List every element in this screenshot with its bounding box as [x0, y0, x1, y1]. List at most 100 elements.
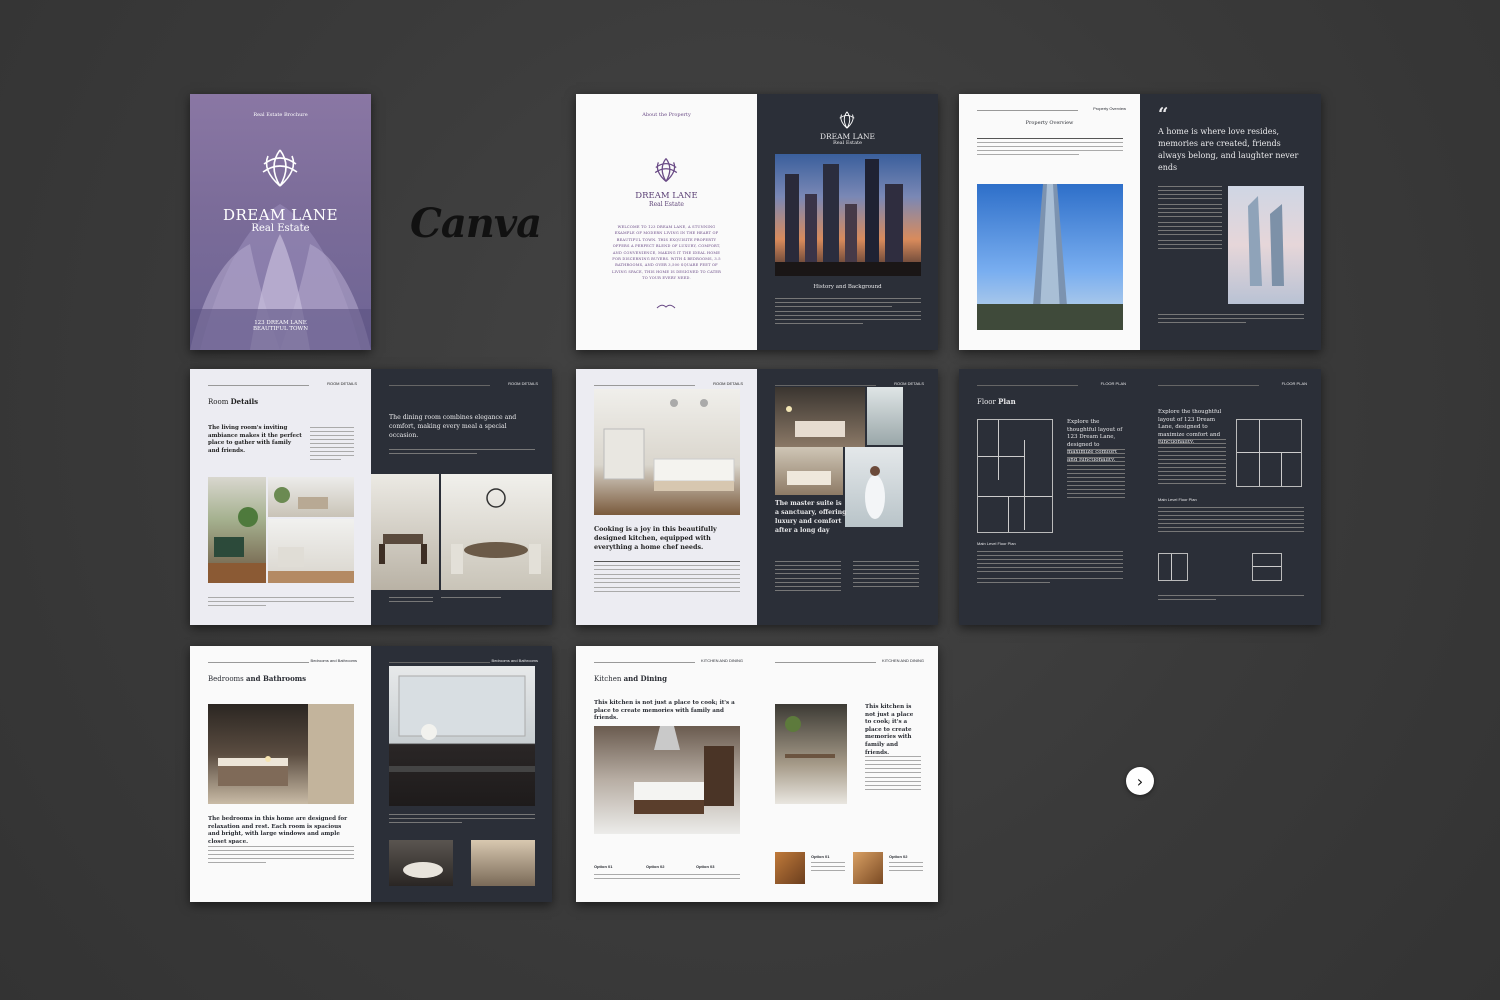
bedrooms-title: Bedrooms and Bathrooms	[208, 674, 307, 683]
chevron-right-icon: ›	[1136, 771, 1144, 791]
dining-room-photo-2	[441, 474, 552, 590]
kitchen-lead: This kitchen is not just a place to cook…	[594, 700, 735, 722]
kitchen-options-text	[594, 874, 740, 882]
overview-header: Property Overview	[1093, 106, 1126, 111]
overview-quote-body-text	[1158, 186, 1222, 252]
bathroom-sink-photo	[471, 840, 535, 886]
overview-quote: A home is where love resides, memories a…	[1158, 127, 1299, 172]
window-view-photo	[867, 387, 903, 445]
kitchen-room-lead: Cooking is a joy in this beautifully des…	[594, 525, 717, 551]
overview-heading: Property Overview	[1025, 120, 1074, 126]
small-floor-plan-1	[1158, 553, 1188, 581]
bathroom-vanity-photo	[389, 666, 535, 806]
cover-title: DREAM LANE	[222, 206, 339, 224]
city-skyline-photo	[775, 154, 921, 276]
overview-spread[interactable]: Property Overview Property Overview “ A …	[959, 94, 1321, 350]
kitchen-option-1-label: Option 01	[594, 864, 613, 869]
floorplan-header-left: FLOOR PLAN	[1100, 381, 1126, 386]
cover-subtitle: Real Estate	[251, 223, 310, 234]
rooms-side-text	[310, 427, 354, 463]
suite-text-col2	[853, 561, 919, 590]
bedroom-warm-photo	[775, 447, 843, 495]
dining-body-text	[389, 449, 535, 457]
floorplan-right-list-text	[1158, 507, 1304, 535]
kitchen-option-2-label: Option 02	[646, 864, 665, 869]
cover-page[interactable]: Real Estate Brochure DREAM LANE Real Est…	[190, 94, 371, 350]
kitchen-shelf-photo	[775, 704, 847, 804]
white-kitchen-photo	[594, 389, 740, 515]
kitchen-room-body-text	[594, 561, 740, 595]
kitchen-suite-spread[interactable]: ROOM DETAILS Cooking is a joy in this be…	[576, 369, 938, 625]
skyscraper-photo	[977, 184, 1123, 330]
option-2-food-photo	[853, 852, 883, 884]
bedroom-dark-photo	[775, 387, 865, 447]
woman-window-photo	[845, 447, 903, 527]
suite-header: ROOM DETAILS	[894, 381, 924, 386]
rooms-body-text	[208, 597, 354, 609]
twin-towers-fog-photo	[1228, 186, 1304, 304]
floorplan-right-desc-text	[1158, 439, 1226, 487]
floor-plan-spread[interactable]: FLOOR PLAN Floor Plan Explore the though…	[959, 369, 1321, 625]
about-logo-title: DREAM LANE	[635, 191, 698, 201]
about-history-spread[interactable]: About the Property DREAM LANE Real Estat…	[576, 94, 938, 350]
small-floor-plan-2	[1252, 553, 1282, 581]
kitchen-header: KITCHEN AND DINING	[700, 658, 743, 663]
about-heading: About the Property	[642, 112, 691, 118]
option-1-text	[811, 862, 845, 874]
kitchen-dining-spread[interactable]: KITCHEN AND DINING Kitchen and Dining Th…	[576, 646, 938, 902]
dining-caption-1	[389, 597, 433, 605]
quote-mark-icon: “	[1158, 104, 1169, 125]
next-page-button[interactable]: ›	[1126, 767, 1154, 795]
living-room-photo	[208, 477, 266, 583]
cover-kicker: Real Estate Brochure	[253, 112, 308, 118]
upper-floor-plan-drawing	[1236, 419, 1302, 487]
history-body-text	[775, 298, 921, 327]
book-icon	[656, 304, 676, 309]
kitchen-option-3-label: Option 03	[696, 864, 715, 869]
option-1-food-photo	[775, 852, 805, 884]
rooms-lead: The living room's inviting ambiance make…	[208, 425, 302, 454]
kitchen-short-text	[865, 756, 921, 793]
option-2-text	[889, 862, 923, 874]
overview-footer-text	[1158, 314, 1304, 326]
about-logo-icon	[654, 158, 678, 182]
option-1-label: Option 01	[811, 854, 830, 859]
canva-logo: Canva	[410, 200, 542, 247]
bedrooms-spread[interactable]: Bedrooms and Bathrooms Bedrooms and Bath…	[190, 646, 552, 902]
main-level-label: Main Level Floor Plan	[977, 541, 1016, 546]
suite-lead: The master suite is a sanctuary, offerin…	[775, 500, 847, 534]
dining-room-photo-1	[371, 474, 439, 590]
bathrooms-body-text	[389, 814, 535, 826]
floorplan-title: Floor Plan	[977, 397, 1016, 406]
option-2-label: Option 02	[889, 854, 908, 859]
dark-bedroom-photo	[208, 704, 354, 804]
modern-kitchen-photo	[594, 726, 740, 834]
dining-caption-2	[441, 597, 501, 601]
kitchen-short-lead: This kitchen is not just a place to cook…	[865, 704, 914, 756]
overview-body-text	[977, 138, 1123, 158]
cover-logo-icon	[262, 149, 298, 187]
history-caption: History and Background	[813, 284, 882, 290]
about-logo-subtitle: Real Estate	[649, 201, 684, 208]
bathtub-photo	[389, 840, 453, 886]
history-logo-icon	[839, 111, 855, 129]
floorplan-desc-text	[1067, 449, 1125, 501]
bathrooms-header: Bedrooms and Bathrooms	[491, 658, 538, 663]
suite-text-col1	[775, 561, 841, 594]
main-floor-plan-drawing	[977, 419, 1053, 533]
bedrooms-header: Bedrooms and Bathrooms	[310, 658, 357, 663]
kitchen-room-header: ROOM DETAILS	[713, 381, 743, 386]
kitchen-title: Kitchen and Dining	[594, 674, 668, 683]
bedrooms-body-text	[208, 846, 354, 866]
room-details-spread[interactable]: ROOM DETAILS Room Details The living roo…	[190, 369, 552, 625]
dining-page-header: KITCHEN AND DINING	[881, 658, 924, 663]
floorplan-footer-text	[1158, 595, 1304, 603]
dining-header: ROOM DETAILS	[508, 381, 538, 386]
cover-address-line2: BEAUTIFUL TOWN	[253, 326, 308, 332]
main-level-label-right: Main Level Floor Plan	[1158, 497, 1197, 502]
rooms-header: ROOM DETAILS	[327, 381, 357, 386]
floorplan-header-right: FLOOR PLAN	[1281, 381, 1307, 386]
history-logo-subtitle: Real Estate	[832, 140, 863, 146]
floorplan-list-text	[977, 551, 1123, 586]
lounge-photo	[268, 477, 354, 517]
